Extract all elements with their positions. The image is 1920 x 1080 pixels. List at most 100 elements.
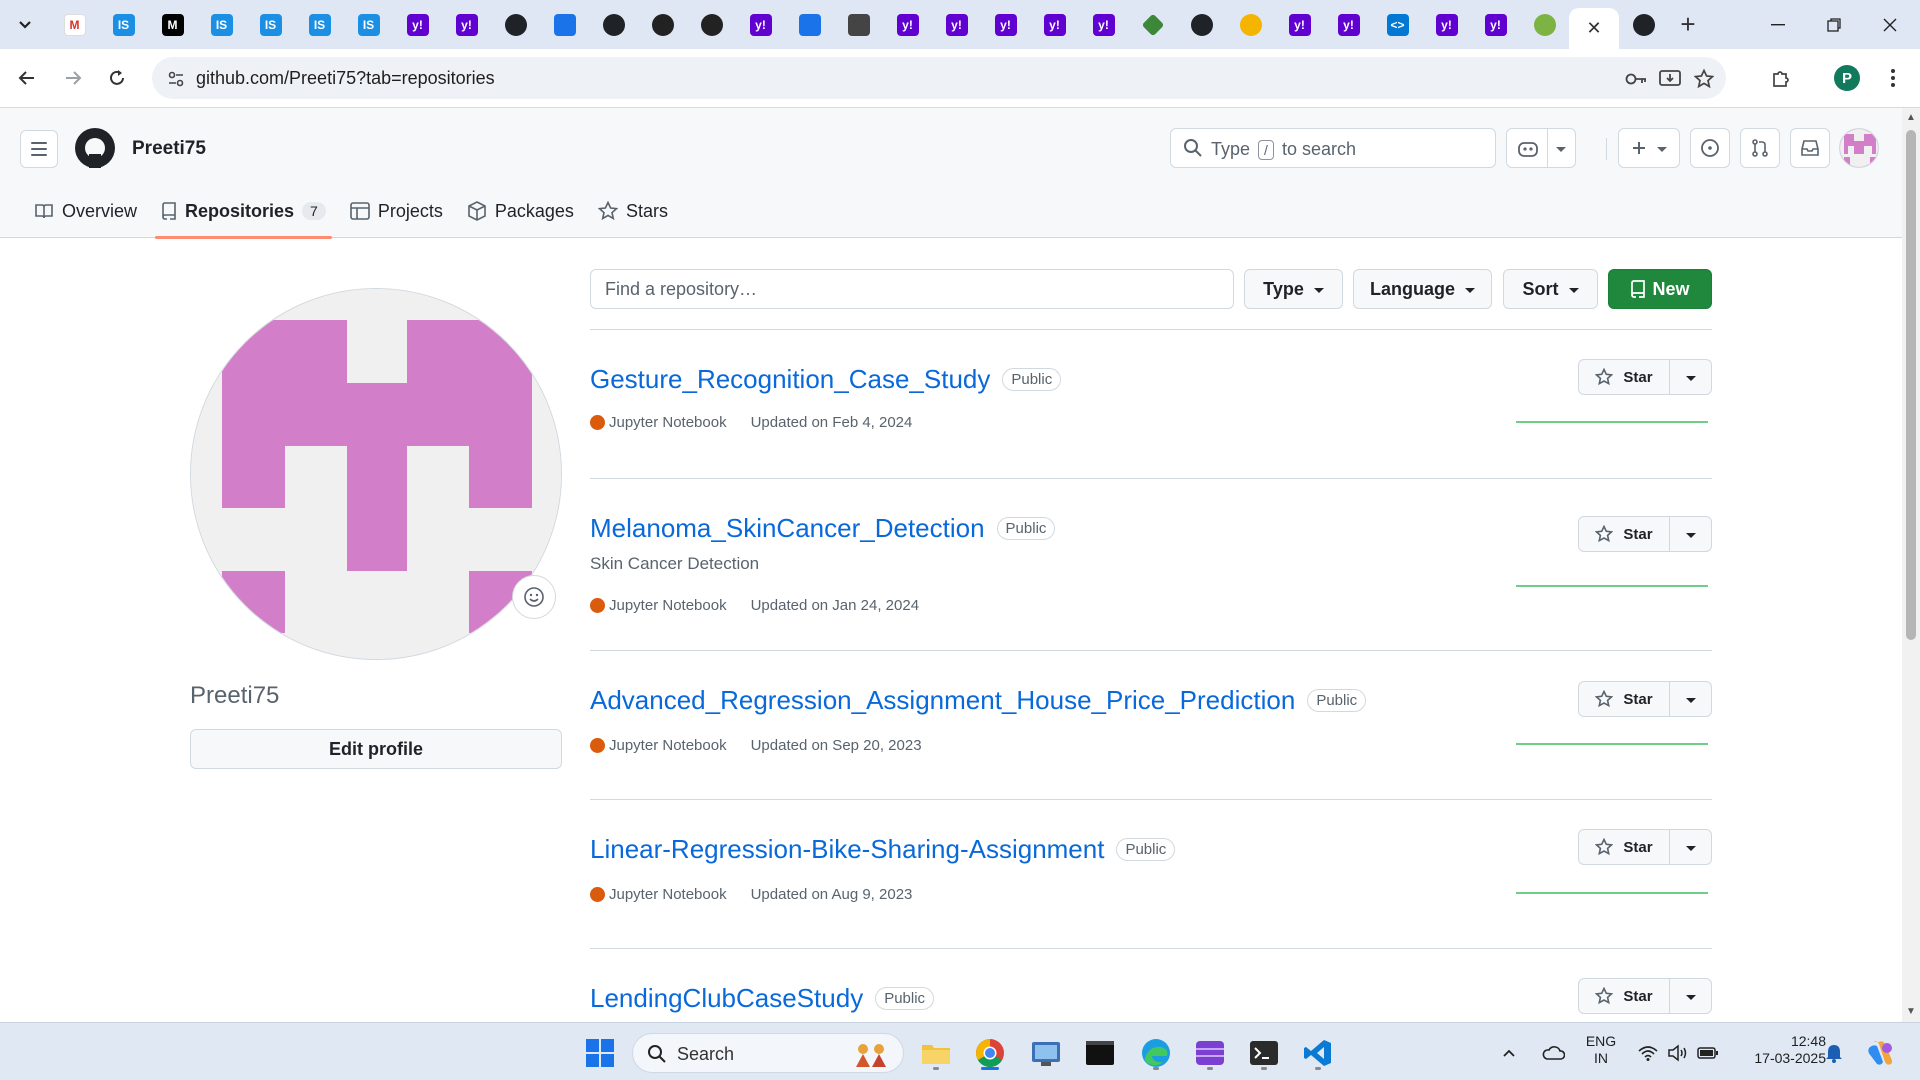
key-icon[interactable]: [1622, 65, 1650, 93]
hamburger-menu-button[interactable]: [20, 130, 58, 168]
star-button[interactable]: Star: [1578, 516, 1670, 552]
tab-projects[interactable]: Projects: [338, 184, 455, 238]
find-repository-input[interactable]: [590, 269, 1234, 309]
star-list-dropdown[interactable]: [1670, 516, 1712, 552]
issues-button[interactable]: [1690, 128, 1730, 168]
start-button[interactable]: [580, 1033, 620, 1073]
repo-name-link[interactable]: Gesture_Recognition_Case_Study: [590, 364, 990, 395]
set-status-button[interactable]: [512, 575, 556, 619]
tab-yahoo[interactable]: y!: [1471, 0, 1520, 49]
tab-openai[interactable]: [687, 0, 736, 49]
star-list-dropdown[interactable]: [1670, 681, 1712, 717]
tab-is[interactable]: IS: [197, 0, 246, 49]
github-logo-icon[interactable]: [75, 128, 115, 168]
repo-name-link[interactable]: Advanced_Regression_Assignment_House_Pri…: [590, 685, 1295, 716]
minimize-button[interactable]: [1750, 0, 1806, 49]
tab-is[interactable]: IS: [246, 0, 295, 49]
scroll-up-icon[interactable]: ▲: [1905, 112, 1917, 124]
sort-button[interactable]: Sort: [1503, 269, 1598, 309]
pull-requests-button[interactable]: [1740, 128, 1780, 168]
tab-yahoo[interactable]: y!: [1079, 0, 1128, 49]
repo-name-link[interactable]: LendingClubCaseStudy: [590, 983, 863, 1014]
star-button[interactable]: Star: [1578, 359, 1670, 395]
tab-green[interactable]: [1520, 0, 1569, 49]
forward-button[interactable]: [54, 59, 92, 97]
clipchamp-app[interactable]: [1190, 1033, 1230, 1073]
scroll-thumb[interactable]: [1906, 130, 1916, 640]
active-tab[interactable]: ✕: [1569, 8, 1619, 49]
volume-button[interactable]: [1662, 1033, 1694, 1073]
language-filter-button[interactable]: Language: [1353, 269, 1492, 309]
close-icon[interactable]: ✕: [1586, 18, 1601, 39]
user-avatar[interactable]: [1839, 128, 1879, 168]
reload-button[interactable]: [98, 59, 136, 97]
repo-name-link[interactable]: Linear-Regression-Bike-Sharing-Assignmen…: [590, 834, 1104, 865]
tab-github[interactable]: [1619, 0, 1668, 49]
tab-calendar[interactable]: [785, 0, 834, 49]
back-button[interactable]: [8, 59, 46, 97]
tab-gmail[interactable]: M: [50, 0, 99, 49]
star-list-dropdown[interactable]: [1670, 978, 1712, 1014]
tab-yahoo[interactable]: y!: [1275, 0, 1324, 49]
input-language-button[interactable]: ENG IN: [1580, 1033, 1622, 1067]
tab-yahoo[interactable]: y!: [1422, 0, 1471, 49]
edge-app[interactable]: [1136, 1033, 1176, 1073]
file-explorer-app[interactable]: [916, 1033, 956, 1073]
browser-menu-button[interactable]: [1874, 59, 1912, 97]
tab-yahoo[interactable]: y!: [393, 0, 442, 49]
extensions-button[interactable]: [1762, 59, 1800, 97]
url-text[interactable]: github.com/Preeti75?tab=repositories: [196, 68, 495, 89]
tab-stars[interactable]: Stars: [586, 184, 680, 238]
notifications-button[interactable]: [1818, 1033, 1850, 1073]
tab-yahoo[interactable]: y!: [736, 0, 785, 49]
control-panel-app[interactable]: [1026, 1033, 1066, 1073]
header-username[interactable]: Preeti75: [132, 138, 206, 160]
tab-github[interactable]: [1177, 0, 1226, 49]
create-new-button[interactable]: [1618, 128, 1680, 168]
tab-medium[interactable]: M: [148, 0, 197, 49]
star-button[interactable]: Star: [1578, 829, 1670, 865]
tab-yahoo[interactable]: y!: [442, 0, 491, 49]
global-search-input[interactable]: Type / to search: [1170, 128, 1496, 168]
tab-node[interactable]: [1128, 0, 1177, 49]
tab-packages[interactable]: Packages: [455, 184, 586, 238]
tab-yahoo[interactable]: y!: [1030, 0, 1079, 49]
vscode-app[interactable]: [1298, 1033, 1338, 1073]
terminal-app[interactable]: [1080, 1033, 1120, 1073]
page-scrollbar[interactable]: ▲ ▼: [1902, 108, 1920, 1022]
chrome-app[interactable]: [970, 1033, 1010, 1073]
site-info-icon[interactable]: [162, 65, 190, 93]
copilot-taskbar-button[interactable]: [1860, 1033, 1900, 1073]
tab-is[interactable]: IS: [99, 0, 148, 49]
tab-search-dropdown[interactable]: [0, 0, 50, 49]
show-hidden-icons-button[interactable]: [1494, 1033, 1524, 1073]
type-filter-button[interactable]: Type: [1244, 269, 1343, 309]
tab-repositories[interactable]: Repositories 7: [149, 184, 338, 239]
tab-perplexity[interactable]: [834, 0, 883, 49]
tab-yahoo[interactable]: y!: [1324, 0, 1373, 49]
clock-button[interactable]: 12:48 17-03-2025: [1732, 1033, 1826, 1067]
profile-avatar[interactable]: [190, 288, 562, 660]
star-button[interactable]: Star: [1578, 681, 1670, 717]
tab-calendar[interactable]: [540, 0, 589, 49]
scroll-down-icon[interactable]: ▼: [1905, 1006, 1917, 1018]
star-list-dropdown[interactable]: [1670, 829, 1712, 865]
new-tab-button[interactable]: +: [1668, 0, 1708, 49]
tab-is[interactable]: IS: [344, 0, 393, 49]
browser-profile-avatar[interactable]: P: [1834, 65, 1860, 91]
star-button[interactable]: Star: [1578, 978, 1670, 1014]
tab-github[interactable]: [589, 0, 638, 49]
repo-name-link[interactable]: Melanoma_SkinCancer_Detection: [590, 513, 985, 544]
tab-github[interactable]: [491, 0, 540, 49]
edit-profile-button[interactable]: Edit profile: [190, 729, 562, 769]
address-bar[interactable]: github.com/Preeti75?tab=repositories: [152, 57, 1726, 99]
powershell-app[interactable]: [1244, 1033, 1284, 1073]
tab-yahoo[interactable]: y!: [883, 0, 932, 49]
star-list-dropdown[interactable]: [1670, 359, 1712, 395]
tab-yahoo[interactable]: y!: [981, 0, 1030, 49]
copilot-button[interactable]: [1506, 128, 1576, 168]
battery-button[interactable]: [1692, 1033, 1724, 1073]
restore-button[interactable]: [1806, 0, 1862, 49]
tab-yahoo[interactable]: y!: [932, 0, 981, 49]
wifi-button[interactable]: [1632, 1033, 1664, 1073]
